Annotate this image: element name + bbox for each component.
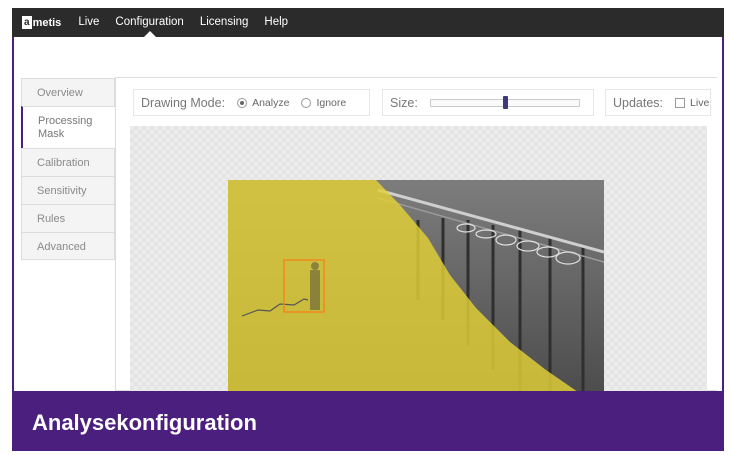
logo-mark: a: [22, 16, 32, 29]
sidebar-item-advanced[interactable]: Advanced: [21, 232, 115, 260]
config-sidebar: Overview Processing Mask Calibration Sen…: [21, 78, 116, 260]
app-frame: a metis Live Configuration Licensing Hel…: [0, 0, 731, 451]
top-margin: [0, 0, 731, 8]
sidebar-item-rules[interactable]: Rules: [21, 204, 115, 232]
almetis-logo[interactable]: a metis: [22, 15, 61, 31]
nav-item-configuration[interactable]: Configuration: [115, 8, 184, 37]
processing-mask-panel: Drawing Mode: Analyze Ignore Size: Updat…: [115, 77, 717, 392]
sidebar-item-processing-mask[interactable]: Processing Mask: [21, 106, 116, 148]
logo-text: metis: [32, 16, 62, 29]
size-label: Size:: [390, 95, 418, 110]
nav-item-help[interactable]: Help: [264, 8, 288, 37]
updates-label: Updates:: [613, 95, 664, 110]
updates-group: Updates: Live: [605, 89, 711, 116]
banner-title: Analysekonfiguration: [32, 410, 257, 435]
drawing-mode-label: Drawing Mode:: [141, 95, 226, 110]
analyze-radio-label[interactable]: Analyze: [252, 97, 289, 109]
sidebar-item-overview[interactable]: Overview: [21, 78, 115, 106]
frame-border-left: [12, 37, 14, 391]
live-checkbox[interactable]: [675, 97, 686, 108]
analyze-radio[interactable]: [237, 97, 248, 108]
frame-border-right: [722, 37, 724, 391]
sidebar-item-sensitivity[interactable]: Sensitivity: [21, 176, 115, 204]
nav-item-live[interactable]: Live: [78, 8, 99, 37]
sidebar-item-calibration[interactable]: Calibration: [21, 148, 115, 176]
top-navbar: a metis Live Configuration Licensing Hel…: [12, 8, 724, 37]
drawing-mode-group: Drawing Mode: Analyze Ignore: [133, 89, 370, 116]
brush-size-slider[interactable]: [429, 95, 580, 109]
mask-canvas-area[interactable]: [130, 126, 707, 392]
slider-thumb[interactable]: [502, 95, 508, 109]
caption-banner: Analysekonfiguration: [12, 391, 724, 451]
ignore-radio[interactable]: [301, 97, 312, 108]
ignore-radio-label[interactable]: Ignore: [316, 97, 346, 109]
live-checkbox-label[interactable]: Live: [690, 97, 709, 109]
nav-item-licensing[interactable]: Licensing: [200, 8, 249, 37]
brush-size-group: Size:: [382, 89, 594, 116]
camera-view[interactable]: [228, 180, 604, 392]
camera-image: [228, 180, 604, 392]
